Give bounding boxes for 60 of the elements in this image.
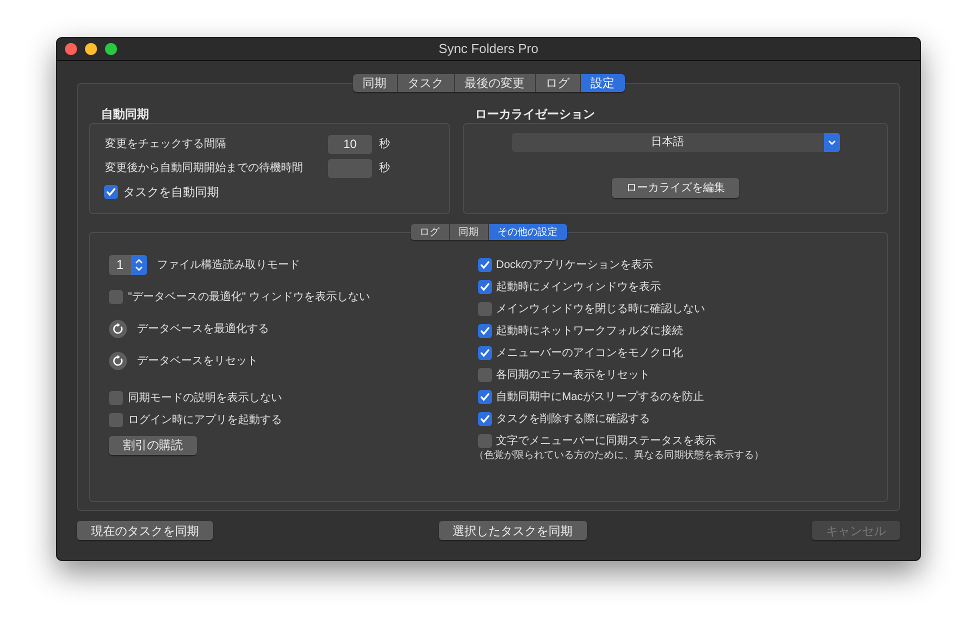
field-label: 変更後から自動同期開始までの待機時間 xyxy=(105,160,304,176)
language-dropdown[interactable]: 日本語 xyxy=(512,133,840,152)
input-field[interactable]: 10 xyxy=(328,134,372,154)
unit-label: 秒 xyxy=(379,136,390,152)
close-button[interactable] xyxy=(65,43,77,55)
checkbox-label: 自動同期中にMacがスリープするのを防止 xyxy=(496,390,704,405)
checkbox-label: 起動時にネットワークフォルダに接続 xyxy=(496,324,683,339)
stepper-arrows-icon[interactable] xyxy=(131,255,147,275)
checkbox[interactable] xyxy=(109,413,123,427)
refresh-icon[interactable] xyxy=(109,352,127,370)
chevron-down-icon xyxy=(824,133,840,152)
stepper-label: ファイル構造読み取りモード xyxy=(157,258,300,273)
checkbox-label: ログイン時にアプリを起動する xyxy=(128,412,282,428)
minimize-button[interactable] xyxy=(85,43,97,55)
checkbox-label: タスクを削除する際に確認する xyxy=(496,412,650,427)
checkbox[interactable] xyxy=(478,346,492,360)
checkbox[interactable] xyxy=(109,391,123,405)
field-label: 変更をチェックする間隔 xyxy=(105,136,227,152)
zoom-button[interactable] xyxy=(105,43,117,55)
checkbox-label: 起動時にメインウィンドウを表示 xyxy=(496,280,661,295)
checkbox[interactable] xyxy=(478,390,492,404)
checkbox-label: Dockのアプリケーションを表示 xyxy=(496,258,654,273)
checkbox[interactable] xyxy=(478,258,492,272)
note-text: （色覚が限られている方のために、異なる同期状態を表示する） xyxy=(474,448,765,463)
unit-label: 秒 xyxy=(379,160,390,176)
checkbox-label: "データベースの最適化" ウィンドウを表示しない xyxy=(128,290,370,305)
refresh-icon[interactable] xyxy=(109,320,127,338)
checkbox-label: 各同期のエラー表示をリセット xyxy=(496,368,650,383)
input-field[interactable] xyxy=(328,158,372,178)
dropdown-value: 日本語 xyxy=(650,135,686,150)
tab[interactable]: ログ xyxy=(534,74,580,92)
checkbox[interactable] xyxy=(478,324,492,338)
checkbox-label: 同期モードの説明を表示しない xyxy=(128,390,282,406)
checkbox[interactable] xyxy=(478,302,492,316)
tab[interactable]: タスク xyxy=(396,74,454,92)
edit-localization-button[interactable]: ローカライズを編集 xyxy=(612,178,740,198)
tab[interactable]: その他の設定 xyxy=(488,224,566,240)
action-button[interactable]: 現在のタスクを同期 xyxy=(77,521,213,540)
tab[interactable]: ログ xyxy=(410,224,448,240)
action-label: データベースをリセット xyxy=(137,354,258,369)
checkbox-label: メインウィンドウを閉じる時に確認しない xyxy=(496,302,705,317)
checkbox[interactable] xyxy=(104,185,118,199)
section-title: ローカライゼーション xyxy=(475,106,596,123)
checkbox-label: タスクを自動同期 xyxy=(123,184,219,201)
checkbox[interactable] xyxy=(478,434,492,448)
action-button[interactable]: 選択したタスクを同期 xyxy=(438,521,586,540)
tab[interactable]: 最後の変更 xyxy=(454,74,534,92)
window-title: Sync Folders Pro xyxy=(438,40,538,58)
subscribe-button[interactable]: 割引の購読 xyxy=(109,436,197,454)
checkbox-label: 文字でメニューバーに同期ステータスを表示 xyxy=(496,434,716,449)
action-label: データベースを最適化する xyxy=(137,322,269,337)
checkbox[interactable] xyxy=(478,280,492,294)
section-title: 自動同期 xyxy=(101,106,150,123)
tab[interactable]: 同期 xyxy=(352,74,396,92)
tab[interactable]: 設定 xyxy=(580,74,624,92)
checkbox[interactable] xyxy=(478,368,492,382)
checkbox[interactable] xyxy=(478,412,492,426)
tab[interactable]: 同期 xyxy=(448,224,488,240)
checkbox[interactable] xyxy=(109,290,123,304)
checkbox-label: メニューバーのアイコンをモノクロ化 xyxy=(496,346,683,361)
